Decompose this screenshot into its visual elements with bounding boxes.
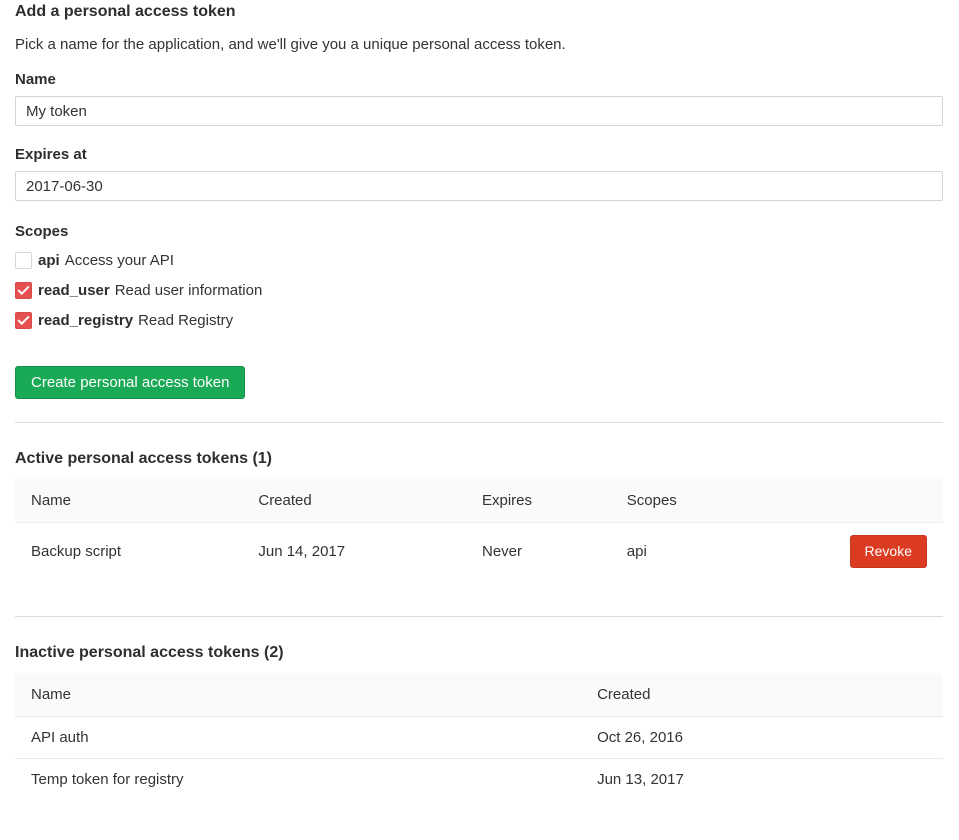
scope-checkbox-api[interactable] [15, 252, 32, 269]
scope-name: read_user [38, 282, 110, 299]
scope-name: read_registry [38, 312, 133, 329]
token-created-cell: Jun 14, 2017 [242, 523, 466, 581]
column-header-name: Name [15, 673, 581, 717]
column-header-expires: Expires [466, 479, 611, 523]
token-action-cell: Revoke [790, 523, 943, 581]
expires-at-input[interactable] [15, 171, 943, 201]
column-header-name: Name [15, 479, 242, 523]
table-row: Temp token for registry Jun 13, 2017 [15, 759, 943, 801]
section-divider [15, 616, 943, 617]
revoke-button[interactable]: Revoke [850, 535, 927, 568]
personal-access-tokens-page: Add a personal access token Pick a name … [0, 0, 959, 840]
token-created-cell: Jun 13, 2017 [581, 759, 943, 801]
inactive-tokens-header-row: Name Created [15, 673, 943, 717]
expires-form-group: Expires at [15, 146, 943, 201]
scope-row-read-user: read_user Read user information [15, 282, 943, 299]
page-title: Add a personal access token [15, 2, 943, 22]
inactive-tokens-table: Name Created API auth Oct 26, 2016 Temp … [15, 673, 943, 800]
scope-checkbox-read-user[interactable] [15, 282, 32, 299]
inactive-tokens-title: Inactive personal access tokens (2) [15, 644, 943, 662]
token-created-cell: Oct 26, 2016 [581, 717, 943, 759]
scope-row-api: api Access your API [15, 252, 943, 269]
section-divider [15, 422, 943, 423]
page-description: Pick a name for the application, and we'… [15, 34, 943, 55]
expires-at-label: Expires at [15, 146, 943, 163]
scope-name: api [38, 252, 60, 269]
scope-description: Access your API [65, 252, 174, 269]
table-row: API auth Oct 26, 2016 [15, 717, 943, 759]
scope-checkbox-read-registry[interactable] [15, 312, 32, 329]
scopes-label: Scopes [15, 223, 943, 240]
token-expires-cell: Never [466, 523, 611, 581]
create-token-button[interactable]: Create personal access token [15, 366, 245, 399]
scope-description: Read user information [115, 282, 263, 299]
column-header-created: Created [242, 479, 466, 523]
column-header-created: Created [581, 673, 943, 717]
token-name-cell: API auth [15, 717, 581, 759]
scope-description: Read Registry [138, 312, 233, 329]
name-label: Name [15, 71, 943, 88]
name-input[interactable] [15, 96, 943, 126]
active-tokens-title: Active personal access tokens (1) [15, 450, 943, 468]
scope-row-read-registry: read_registry Read Registry [15, 312, 943, 329]
column-header-actions [790, 479, 943, 523]
name-form-group: Name [15, 71, 943, 126]
token-scopes-cell: api [611, 523, 790, 581]
token-name-cell: Temp token for registry [15, 759, 581, 801]
token-name-cell: Backup script [15, 523, 242, 581]
column-header-scopes: Scopes [611, 479, 790, 523]
active-tokens-table: Name Created Expires Scopes Backup scrip… [15, 479, 943, 580]
table-row: Backup script Jun 14, 2017 Never api Rev… [15, 523, 943, 581]
active-tokens-header-row: Name Created Expires Scopes [15, 479, 943, 523]
